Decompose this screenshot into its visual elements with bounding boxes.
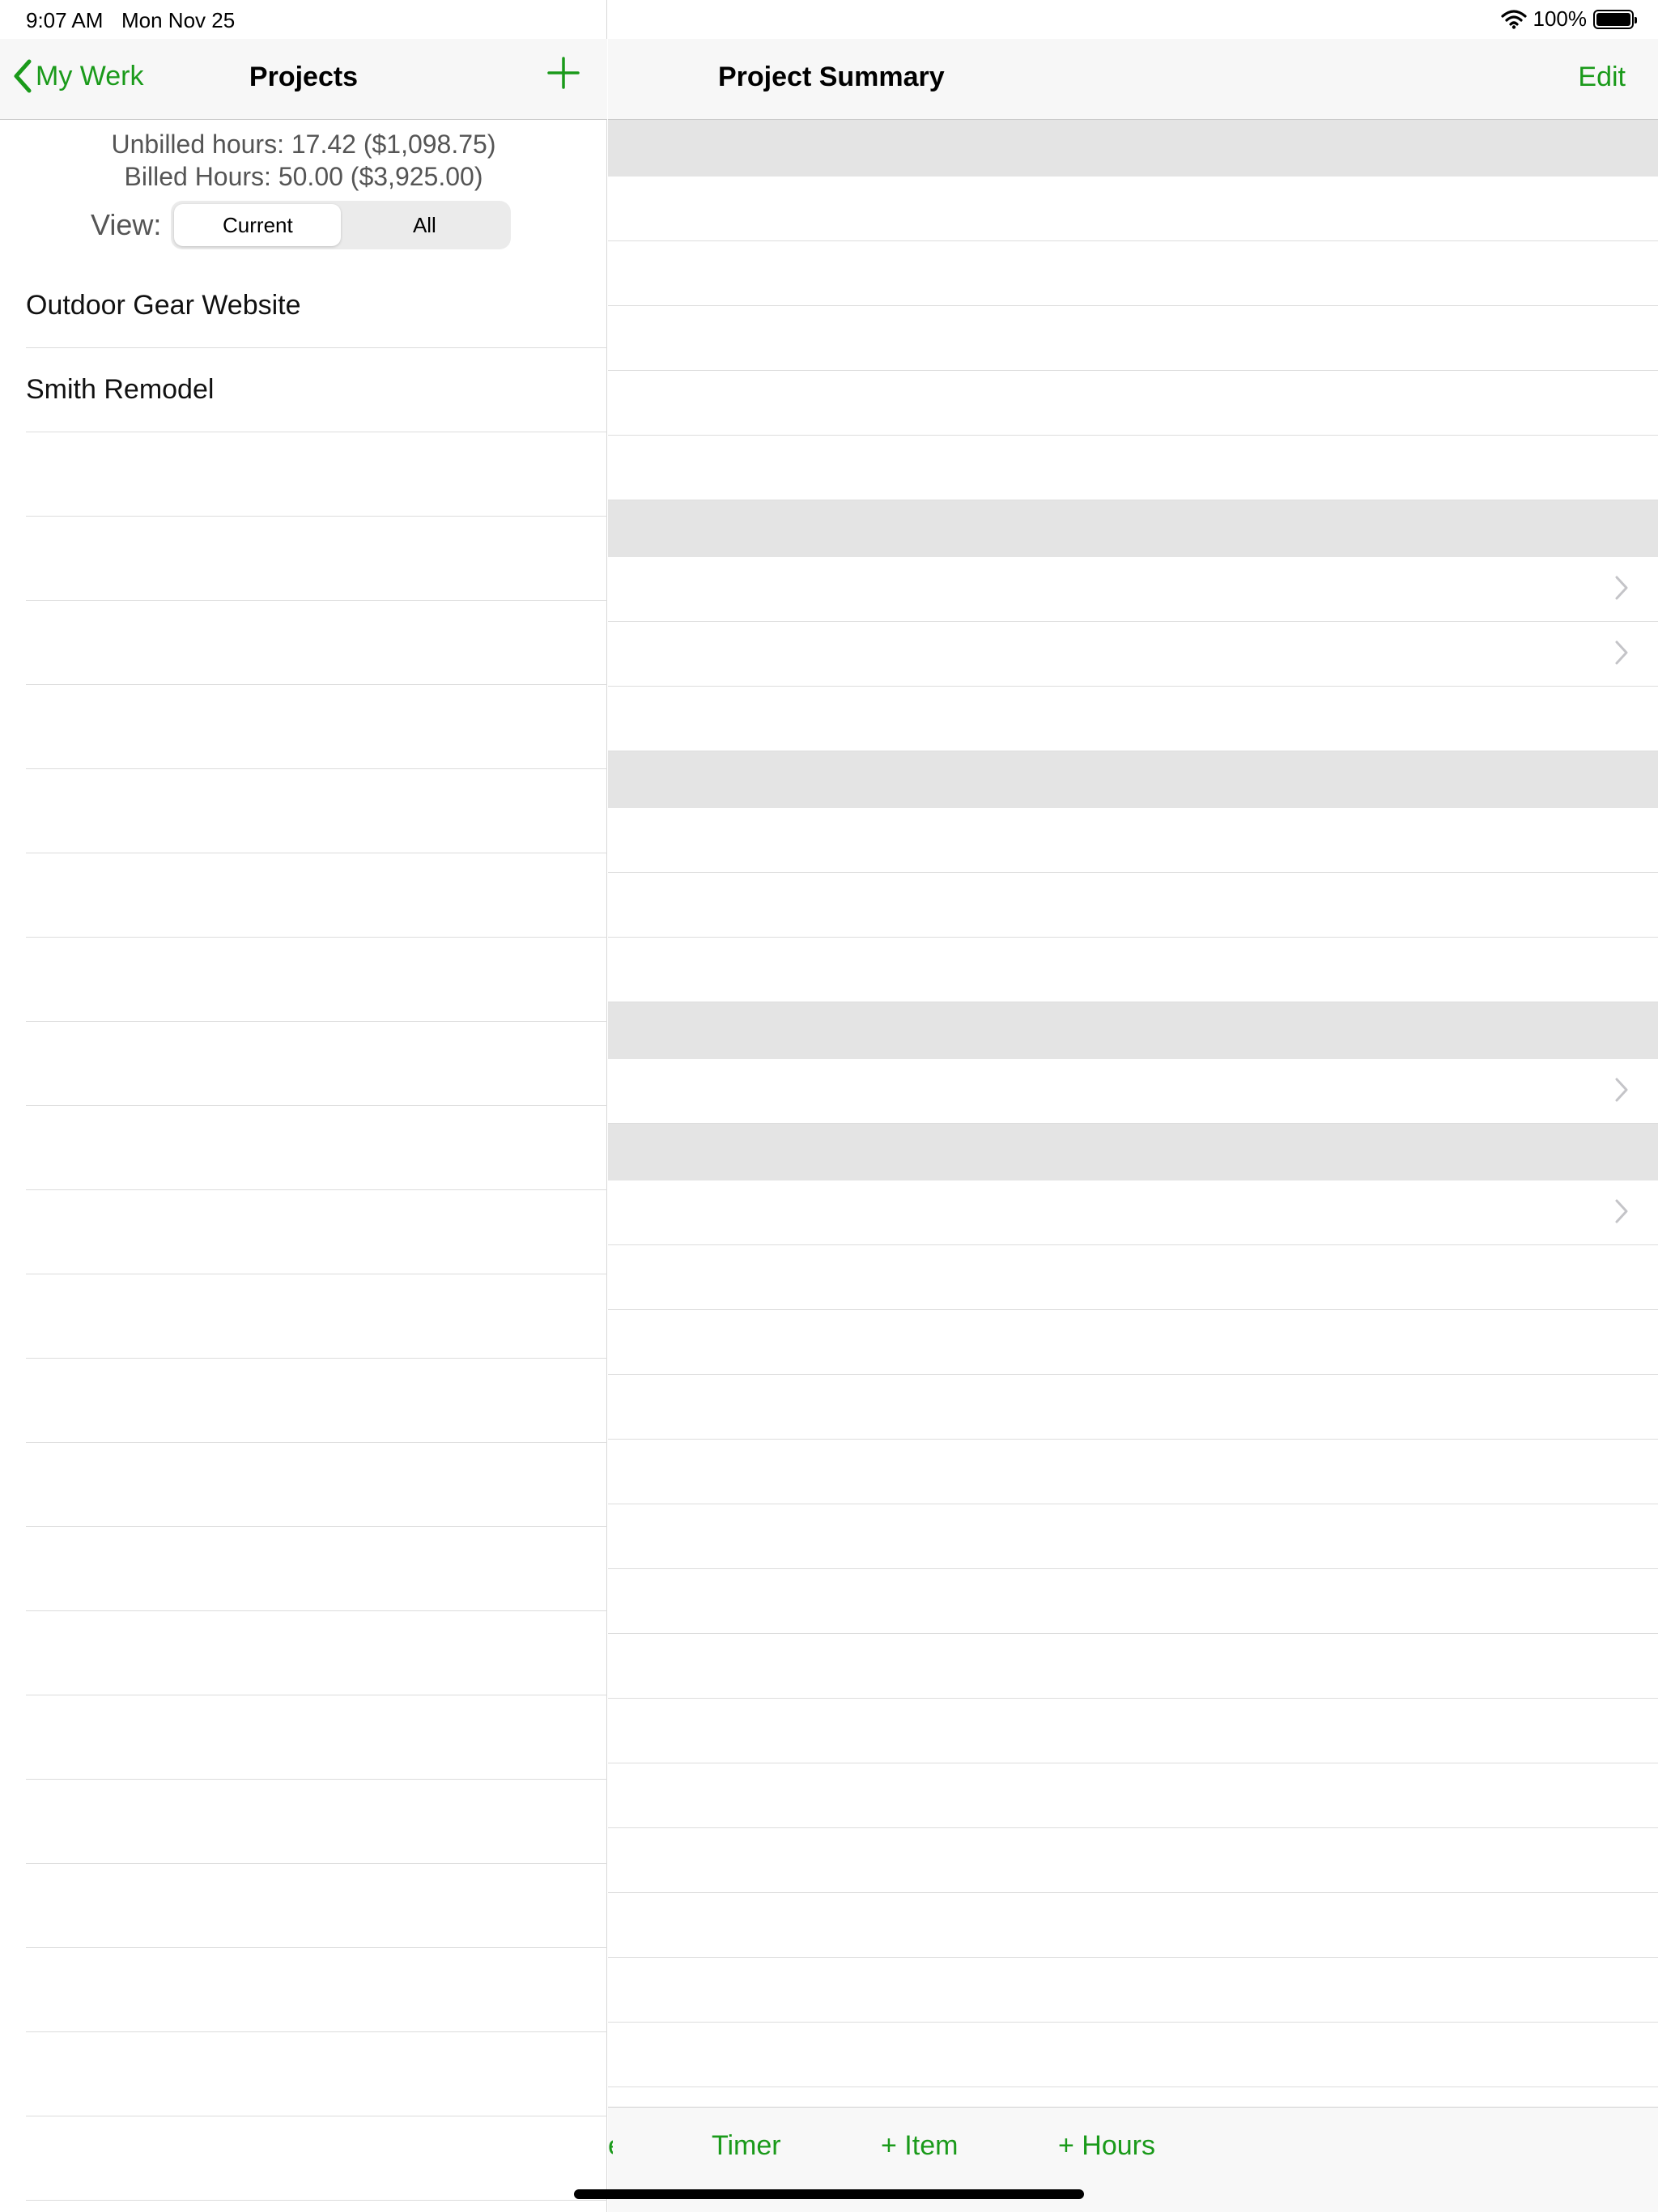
section-header (608, 500, 1658, 557)
summary-row (608, 306, 1658, 371)
summary-row (608, 687, 1658, 751)
summary-row (608, 1958, 1658, 2023)
empty-row (26, 1190, 607, 1274)
summary-row (608, 1569, 1658, 1634)
summary-row (608, 1375, 1658, 1440)
view-label: View: (91, 208, 162, 241)
add-item-button[interactable]: + Item (881, 2130, 958, 2162)
summary-row (608, 177, 1658, 241)
empty-row (26, 1022, 607, 1106)
empty-row (26, 1864, 607, 1948)
ipad-screen: My Werk Projects Unbilled hours: 17.42 (… (0, 0, 1658, 2212)
summary-row (608, 1504, 1658, 1569)
section-header (608, 1002, 1658, 1059)
empty-row (26, 1695, 607, 1780)
empty-row (26, 1780, 607, 1864)
empty-row (26, 2116, 607, 2201)
battery-icon (1593, 9, 1637, 29)
chevron-right-icon (1615, 1199, 1628, 1223)
summary-row (608, 241, 1658, 306)
page-title: Projects (249, 62, 359, 92)
projects-nav-bar: My Werk Projects (0, 39, 607, 120)
summary-row (608, 2023, 1658, 2087)
battery-percent: 100% (1533, 6, 1588, 31)
section-header (608, 120, 1658, 177)
empty-row (26, 1443, 607, 1527)
summary-link-row[interactable] (608, 557, 1658, 622)
summary-pane: Project Summary Edit (608, 0, 1658, 2212)
project-row-outdoor-gear-website[interactable]: Outdoor Gear Website (26, 264, 607, 348)
empty-row (26, 1948, 607, 2032)
view-filter: View: Current All (91, 201, 512, 249)
section-header (608, 1124, 1658, 1180)
wifi-icon (1500, 9, 1527, 29)
hours-totals: Unbilled hours: 17.42 ($1,098.75) Billed… (0, 128, 607, 193)
summary-row (608, 1828, 1658, 1893)
summary-link-row[interactable] (608, 622, 1658, 687)
summary-row (608, 808, 1658, 873)
empty-row (26, 1527, 607, 1611)
status-time: 9:07 AM (26, 8, 104, 32)
segment-all[interactable]: All (341, 204, 508, 246)
empty-row (26, 853, 607, 938)
status-indicators: 100% (1500, 6, 1637, 32)
unbilled-hours-text: Unbilled hours: 17.42 ($1,098.75) (111, 130, 496, 159)
project-list: Outdoor Gear Website Smith Remodel (0, 264, 607, 2201)
chevron-right-icon (1615, 640, 1628, 665)
empty-row (26, 432, 607, 517)
timer-button[interactable]: Timer (712, 2130, 781, 2162)
empty-row (26, 1106, 607, 1190)
summary-link-row[interactable] (608, 1059, 1658, 1124)
summary-row (608, 1763, 1658, 1828)
home-indicator (574, 2189, 1084, 2199)
summary-nav-bar: Project Summary Edit (608, 39, 1658, 120)
empty-row (26, 2032, 607, 2116)
empty-row (26, 1611, 607, 1695)
add-project-button[interactable] (547, 57, 580, 93)
status-date: Mon Nov 25 (121, 8, 236, 32)
battery-fill (1596, 12, 1630, 26)
summary-row (608, 1699, 1658, 1763)
empty-row (26, 685, 607, 769)
empty-row (26, 601, 607, 685)
empty-row (26, 938, 607, 1022)
summary-row (608, 436, 1658, 500)
billed-hours-text: Billed Hours: 50.00 ($3,925.00) (124, 162, 483, 191)
plus-icon (547, 57, 580, 89)
segment-current[interactable]: Current (174, 204, 342, 246)
empty-row (26, 1274, 607, 1359)
empty-row (26, 517, 607, 601)
view-segmented-control: Current All (171, 201, 512, 249)
summary-row (608, 1245, 1658, 1310)
chevron-right-icon (1615, 576, 1628, 600)
chevron-right-icon (1615, 1078, 1628, 1102)
summary-row (608, 1310, 1658, 1375)
add-hours-button[interactable]: + Hours (1058, 2130, 1155, 2162)
summary-row (608, 873, 1658, 938)
summary-row (608, 1440, 1658, 1504)
summary-row (608, 371, 1658, 436)
summary-row (608, 938, 1658, 1002)
summary-row (608, 1893, 1658, 1958)
summary-link-row[interactable] (608, 1180, 1658, 1245)
empty-row (26, 1359, 607, 1443)
projects-pane: My Werk Projects Unbilled hours: 17.42 (… (0, 0, 607, 2212)
project-row-smith-remodel[interactable]: Smith Remodel (26, 348, 607, 432)
status-bar: 9:07 AM Mon Nov 25 100% (0, 0, 1658, 39)
empty-row (26, 769, 607, 853)
edit-button[interactable]: Edit (1578, 62, 1626, 93)
summary-row (608, 1634, 1658, 1699)
section-header (608, 751, 1658, 808)
summary-title: Project Summary (718, 62, 945, 92)
toolbar-partial-button[interactable]: e (608, 2130, 613, 2162)
project-summary-table (608, 120, 1658, 2152)
